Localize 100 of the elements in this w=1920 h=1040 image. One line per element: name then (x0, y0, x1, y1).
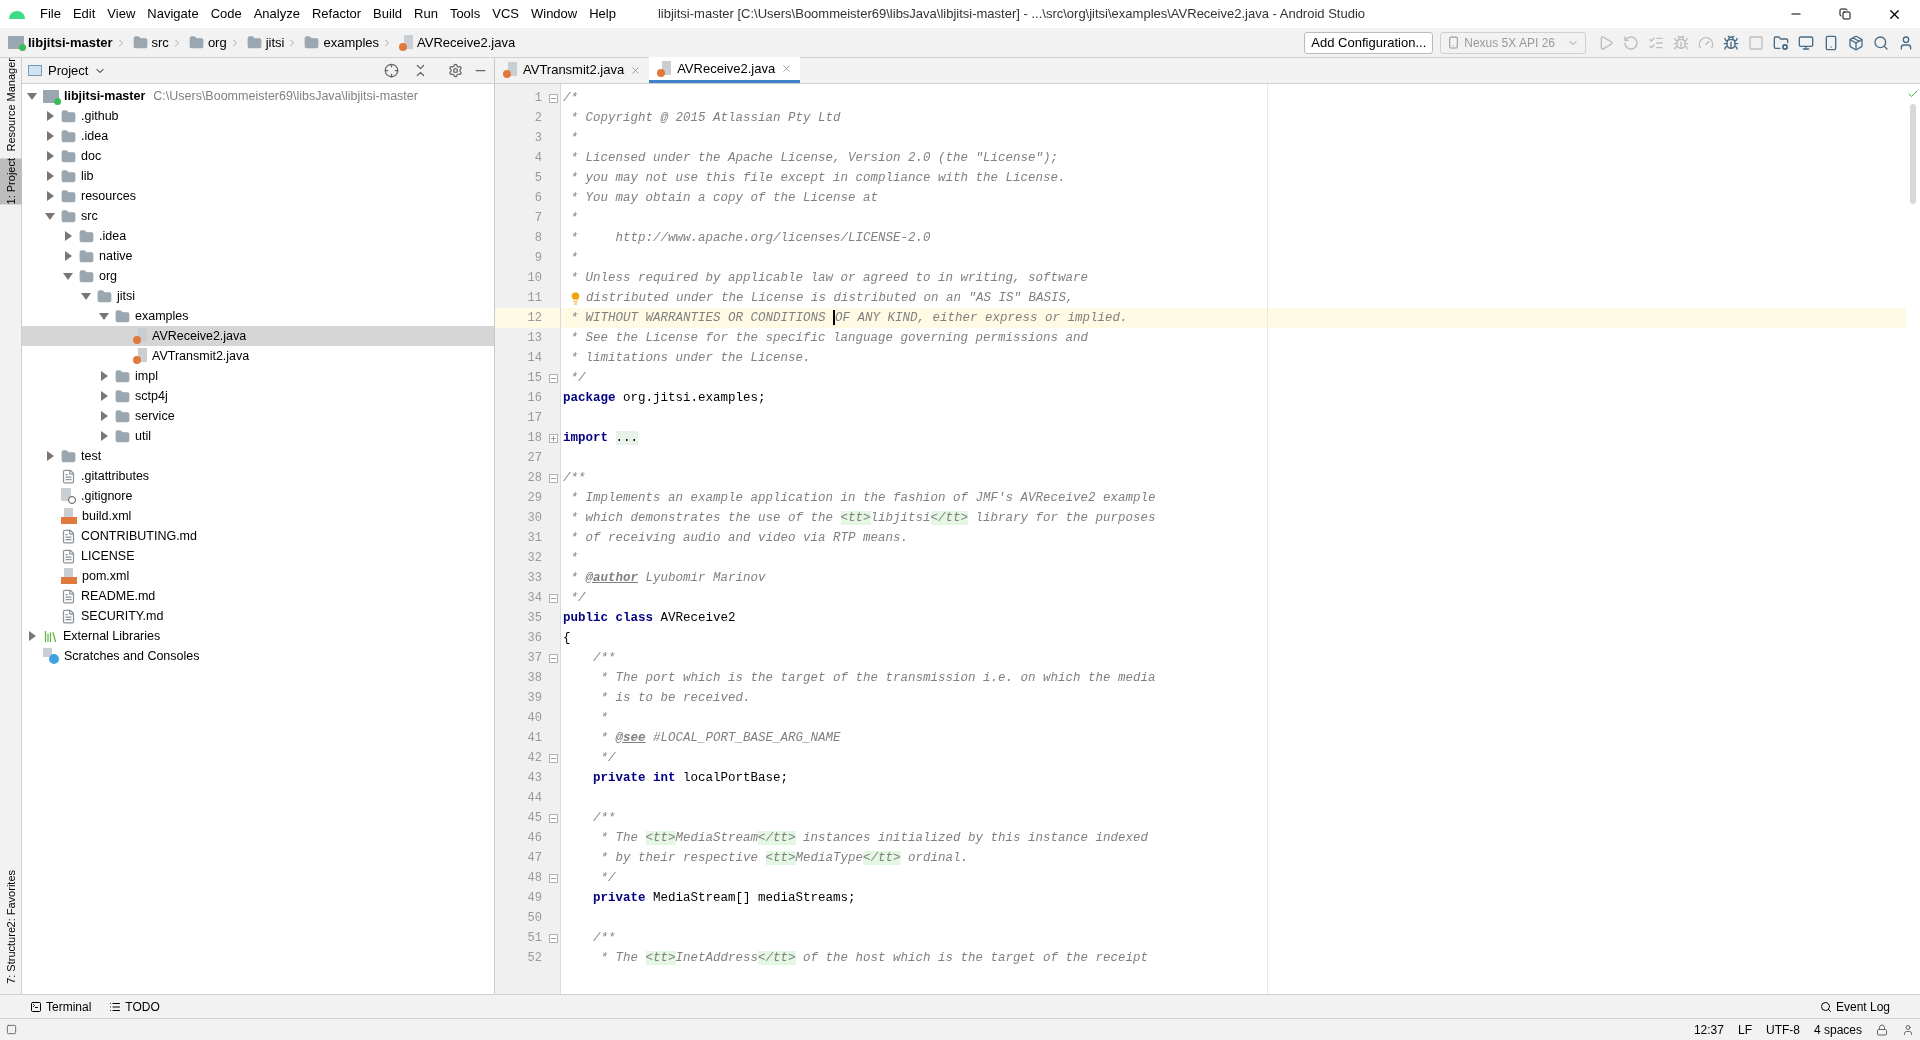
tree-item[interactable]: Scratches and Consoles (22, 646, 494, 666)
tree-item[interactable]: .idea (22, 226, 494, 246)
expand-marker-icon[interactable] (548, 433, 558, 443)
tool-window-tab[interactable]: TODO (109, 997, 160, 1016)
tool-window-tab[interactable]: 2: Favorites (0, 869, 22, 928)
fold-marker-icon[interactable] (548, 593, 558, 603)
tree-item[interactable]: native (22, 246, 494, 266)
tree-item-label: org (99, 267, 118, 285)
tree-item[interactable]: doc (22, 146, 494, 166)
tree-item[interactable]: .idea (22, 126, 494, 146)
tree-item[interactable]: .gitattributes (22, 466, 494, 486)
line-number: 46 (527, 830, 543, 847)
fold-marker-icon[interactable] (548, 473, 558, 483)
code-line: * Copyright @ 2015 Atlassian Pty Ltd (569, 109, 841, 127)
tree-item[interactable]: org (22, 266, 494, 286)
expanded-arrow-icon[interactable] (63, 272, 73, 280)
menu-item[interactable]: File (34, 4, 67, 24)
menu-item[interactable]: Code (204, 4, 248, 24)
tree-item[interactable]: AVTransmit2.java (22, 346, 494, 366)
menu-item[interactable]: View (101, 4, 142, 24)
menu-item[interactable]: Run (408, 4, 444, 24)
tree-item[interactable]: libjitsi-master C:\Users\Boommeister69\libsJava\libjitsi-master (22, 86, 494, 106)
fold-marker-icon[interactable] (548, 873, 558, 883)
locate-icon[interactable] (384, 63, 399, 78)
expanded-arrow-icon[interactable] (45, 212, 55, 220)
tree-item[interactable]: examples (22, 306, 494, 326)
expanded-arrow-icon[interactable] (99, 312, 109, 320)
tree-item[interactable]: build.xml (22, 506, 494, 526)
status-item[interactable]: 4 spaces (1813, 1020, 1862, 1039)
status-item[interactable]: 12:37 (1693, 1020, 1724, 1039)
tree-item[interactable]: src (22, 206, 494, 226)
menu-item[interactable]: Tools (443, 4, 487, 24)
tree-item[interactable]: service (22, 406, 494, 426)
tree-item[interactable]: .github (22, 106, 494, 126)
tree-item[interactable]: External Libraries (22, 626, 494, 646)
fold-marker-icon[interactable] (548, 653, 558, 663)
collapsed-arrow-icon[interactable] (46, 451, 54, 461)
status-item[interactable]: UTF-8 (1765, 1020, 1800, 1039)
menu-item[interactable]: Window (524, 4, 584, 24)
menu-item[interactable]: VCS (486, 4, 525, 24)
restore-icon[interactable] (1839, 8, 1851, 20)
tree-item[interactable]: pom.xml (22, 566, 494, 586)
menu-item[interactable]: Edit (66, 4, 102, 24)
menu-item[interactable]: Navigate (141, 4, 205, 24)
phone-icon[interactable] (1823, 34, 1839, 51)
search-icon[interactable] (1873, 34, 1889, 51)
tree-item[interactable]: resources (22, 186, 494, 206)
tree-item[interactable]: AVReceive2.java (22, 326, 494, 346)
breadcrumb-item[interactable]: libjitsi-master (28, 32, 113, 53)
fold-marker-icon[interactable] (548, 93, 558, 103)
breadcrumb-item[interactable]: org (207, 32, 227, 53)
tree-item[interactable]: test (22, 446, 494, 466)
collapsed-arrow-icon[interactable] (28, 631, 36, 641)
close-tab-icon[interactable] (781, 63, 793, 74)
breadcrumb-item[interactable]: jitsi (265, 32, 285, 53)
user-icon[interactable] (1902, 1023, 1914, 1036)
tool-window-tab[interactable]: Terminal (30, 997, 92, 1016)
fold-marker-icon[interactable] (548, 753, 558, 763)
scrollbar-thumb[interactable] (1910, 104, 1916, 204)
tree-item[interactable]: LICENSE (22, 546, 494, 566)
fold-marker-icon[interactable] (548, 933, 558, 943)
menu-item[interactable]: Build (367, 4, 408, 24)
menu-item[interactable]: Refactor (305, 4, 368, 24)
tool-window-tab[interactable]: Resource Manager (0, 58, 22, 152)
close-tab-icon[interactable] (630, 64, 642, 76)
breadcrumb-item[interactable]: examples (323, 32, 380, 53)
editor-tab[interactable]: AVReceive2.java (649, 57, 801, 83)
menu-item[interactable]: Analyze (247, 4, 306, 24)
settings-icon[interactable] (448, 63, 463, 78)
tool-window-tab[interactable]: 7: Structure (0, 927, 22, 984)
panel-title[interactable]: Project (48, 60, 89, 81)
tool-window-tab[interactable]: 1: Project (0, 157, 22, 205)
fold-marker-icon[interactable] (548, 813, 558, 823)
add-configuration-button[interactable]: Add Configuration... (1304, 31, 1434, 54)
user-icon[interactable] (1898, 34, 1914, 51)
event-log-tab[interactable]: Event Log (1819, 997, 1890, 1016)
tree-item[interactable]: CONTRIBUTING.md (22, 526, 494, 546)
fold-marker-icon[interactable] (548, 373, 558, 383)
tree-item[interactable]: sctp4j (22, 386, 494, 406)
layout-toggle-icon[interactable] (6, 1024, 17, 1035)
tree-item[interactable]: util (22, 426, 494, 446)
folder-icon (79, 268, 94, 284)
tree-item[interactable]: README.md (22, 586, 494, 606)
bug-icon[interactable] (1723, 34, 1739, 51)
tree-item-label: libjitsi-master (64, 87, 146, 105)
menu-item[interactable]: Help (583, 4, 622, 24)
tree-item[interactable]: impl (22, 366, 494, 386)
breadcrumb-item[interactable]: AVReceive2.java (417, 32, 516, 53)
tree-item[interactable]: jitsi (22, 286, 494, 306)
tree-item[interactable]: lib (22, 166, 494, 186)
lock-icon[interactable] (1876, 1023, 1888, 1036)
editor-tab[interactable]: AVTransmit2.java (495, 57, 650, 83)
breadcrumb-item[interactable]: src (151, 32, 169, 53)
package-icon[interactable] (1848, 34, 1864, 51)
folder-icon[interactable] (1773, 34, 1789, 51)
monitor-icon[interactable] (1798, 34, 1814, 51)
tree-item[interactable]: .gitignore (22, 486, 494, 506)
expanded-arrow-icon[interactable] (81, 292, 91, 300)
tree-item[interactable]: SECURITY.md (22, 606, 494, 626)
status-item[interactable]: LF (1737, 1020, 1752, 1039)
